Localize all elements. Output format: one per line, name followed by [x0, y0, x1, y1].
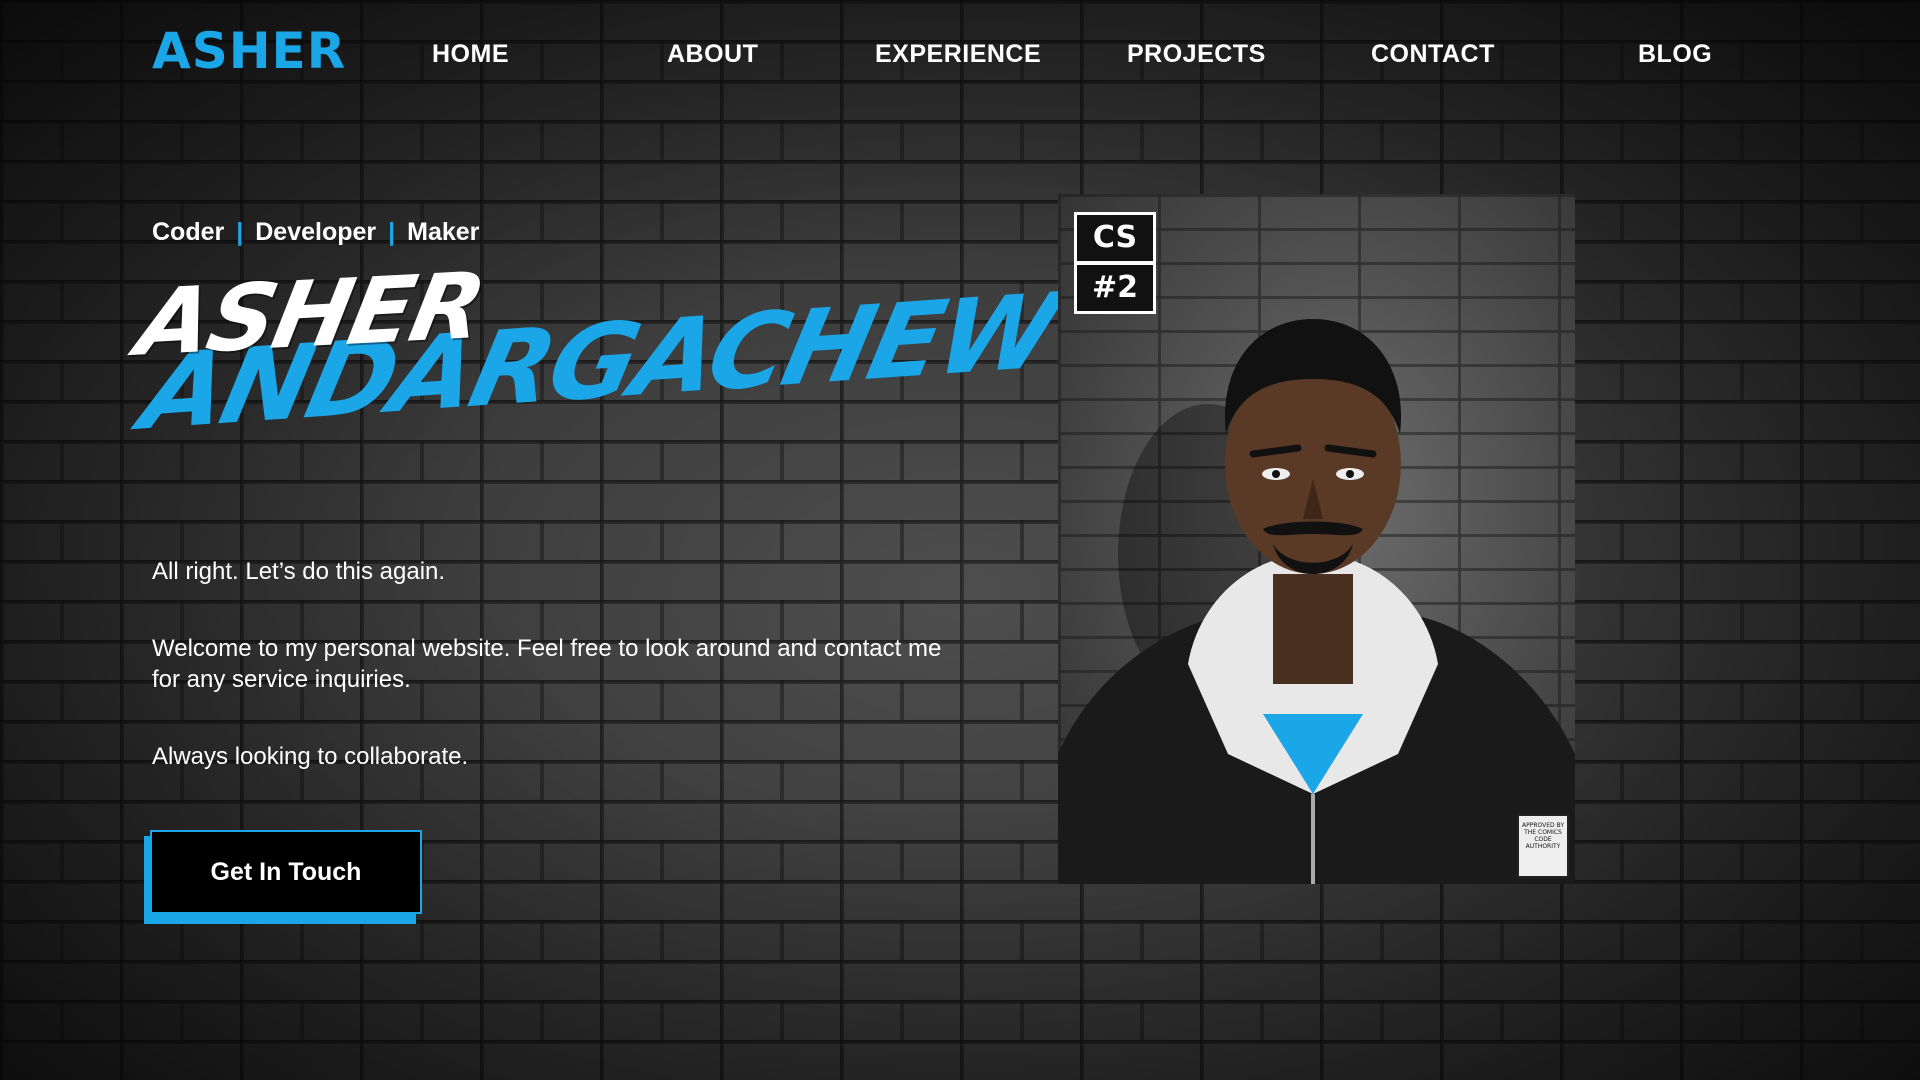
tagline-coder: Coder: [152, 218, 225, 246]
get-in-touch-button[interactable]: Get In Touch: [150, 830, 422, 914]
intro-welcome: Welcome to my personal website. Feel fre…: [152, 635, 942, 693]
nav-item-projects[interactable]: PROJECTS: [1127, 40, 1266, 69]
hero-first-name: ASHER: [128, 252, 493, 377]
hero-name: ANDARGACHEW ASHER: [129, 252, 1067, 470]
comics-code-seal-icon: APPROVED BY THE COMICS CODE AUTHORITY: [1517, 814, 1569, 878]
comic-issue-badge: CS #2: [1074, 212, 1156, 314]
nav-item-about[interactable]: ABOUT: [667, 40, 758, 69]
badge-top-text: CS: [1077, 215, 1153, 265]
top-navigation: ASHER HOME ABOUT EXPERIENCE PROJECTS CON…: [0, 0, 1920, 110]
badge-bottom-text: #2: [1091, 270, 1138, 305]
nav-item-blog[interactable]: BLOG: [1638, 40, 1712, 69]
tagline-separator: |: [388, 218, 396, 246]
intro-line: All right. Let’s do this again.: [152, 558, 446, 585]
nav-item-experience[interactable]: EXPERIENCE: [875, 40, 1041, 69]
tagline: Coder | Developer | Maker: [152, 218, 479, 247]
nav-item-home[interactable]: HOME: [432, 40, 509, 69]
tagline-separator: |: [236, 218, 244, 246]
nav-item-contact[interactable]: CONTACT: [1371, 40, 1495, 69]
tagline-developer: Developer: [255, 218, 377, 246]
tagline-maker: Maker: [407, 218, 480, 246]
site-logo[interactable]: ASHER: [152, 22, 346, 80]
intro-collaborate: Always looking to collaborate.: [152, 743, 469, 770]
portrait-card: CS #2 APPROVED BY THE COMICS CODE AUTHOR…: [1058, 194, 1575, 884]
